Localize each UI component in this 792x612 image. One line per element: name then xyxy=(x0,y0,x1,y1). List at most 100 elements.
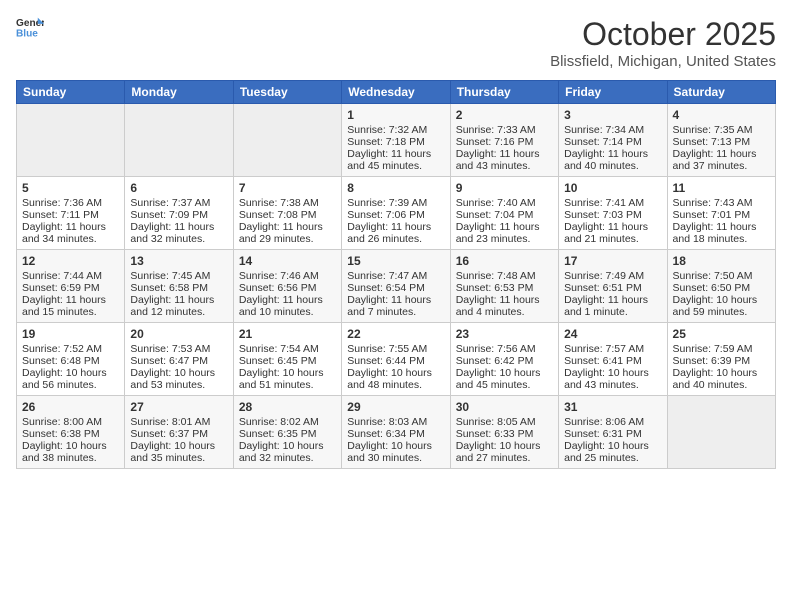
calendar-week-5: 26Sunrise: 8:00 AMSunset: 6:38 PMDayligh… xyxy=(17,396,776,469)
sunset-text: Sunset: 6:44 PM xyxy=(347,355,425,367)
daylight-text: Daylight: 11 hours and 18 minutes. xyxy=(673,221,757,245)
daylight-text: Daylight: 10 hours and 56 minutes. xyxy=(22,367,107,391)
sunrise-text: Sunrise: 8:06 AM xyxy=(564,416,644,428)
title-block: October 2025 Blissfield, Michigan, Unite… xyxy=(550,16,776,70)
calendar-cell: 16 Sunrise: 7:48 AMSunset: 6:53 PMDayligh… xyxy=(450,250,558,323)
sunset-text: Sunset: 6:47 PM xyxy=(130,355,208,367)
sunrise-text: Sunrise: 8:05 AM xyxy=(456,416,536,428)
daylight-text: Daylight: 11 hours and 23 minutes. xyxy=(456,221,540,245)
day-number: 9 xyxy=(456,181,553,195)
calendar-cell: 12Sunrise: 7:44 AMSunset: 6:59 PMDayligh… xyxy=(17,250,125,323)
calendar-cell: 13Sunrise: 7:45 AMSunset: 6:58 PMDayligh… xyxy=(125,250,233,323)
sunrise-text: Sunrise: 7:56 AM xyxy=(456,343,536,355)
day-number: 29 xyxy=(347,400,444,414)
calendar-cell: 22Sunrise: 7:55 AMSunset: 6:44 PMDayligh… xyxy=(342,323,450,396)
month-title: October 2025 xyxy=(550,16,776,53)
calendar-cell: 6Sunrise: 7:37 AMSunset: 7:09 PMDaylight… xyxy=(125,177,233,250)
sunrise-text: Sunrise: 7:49 AM xyxy=(564,270,644,282)
sunset-text: Sunset: 6:53 PM xyxy=(456,282,534,294)
calendar-cell: 31Sunrise: 8:06 AMSunset: 6:31 PMDayligh… xyxy=(559,396,667,469)
sunrise-text: Sunrise: 7:57 AM xyxy=(564,343,644,355)
sunrise-text: Sunrise: 7:44 AM xyxy=(22,270,102,282)
day-number: 11 xyxy=(673,181,770,195)
daylight-text: Daylight: 11 hours and 4 minutes. xyxy=(456,294,540,318)
sunrise-text: Sunrise: 7:34 AM xyxy=(564,124,644,136)
daylight-text: Daylight: 11 hours and 21 minutes. xyxy=(564,221,648,245)
calendar-cell: 4Sunrise: 7:35 AMSunset: 7:13 PMDaylight… xyxy=(667,104,775,177)
calendar-cell xyxy=(667,396,775,469)
day-number: 12 xyxy=(22,254,119,268)
sunset-text: Sunset: 7:09 PM xyxy=(130,209,208,221)
sunrise-text: Sunrise: 7:36 AM xyxy=(22,197,102,209)
weekday-header-monday: Monday xyxy=(125,81,233,104)
sunrise-text: Sunrise: 7:43 AM xyxy=(673,197,753,209)
logo-icon: General Blue xyxy=(16,16,44,38)
sunrise-text: Sunrise: 8:02 AM xyxy=(239,416,319,428)
weekday-header-wednesday: Wednesday xyxy=(342,81,450,104)
daylight-text: Daylight: 10 hours and 32 minutes. xyxy=(239,440,324,464)
daylight-text: Daylight: 11 hours and 7 minutes. xyxy=(347,294,431,318)
day-number: 23 xyxy=(456,327,553,341)
day-number: 24 xyxy=(564,327,661,341)
day-number: 19 xyxy=(22,327,119,341)
sunset-text: Sunset: 6:37 PM xyxy=(130,428,208,440)
daylight-text: Daylight: 11 hours and 1 minute. xyxy=(564,294,648,318)
sunrise-text: Sunrise: 7:38 AM xyxy=(239,197,319,209)
day-number: 16 xyxy=(456,254,553,268)
calendar-cell: 25Sunrise: 7:59 AMSunset: 6:39 PMDayligh… xyxy=(667,323,775,396)
day-number: 8 xyxy=(347,181,444,195)
page-header: General Blue October 2025 Blissfield, Mi… xyxy=(16,16,776,70)
sunset-text: Sunset: 6:45 PM xyxy=(239,355,317,367)
logo: General Blue xyxy=(16,16,44,38)
daylight-text: Daylight: 11 hours and 43 minutes. xyxy=(456,148,540,172)
sunset-text: Sunset: 7:11 PM xyxy=(22,209,99,221)
sunrise-text: Sunrise: 7:54 AM xyxy=(239,343,319,355)
weekday-header-sunday: Sunday xyxy=(17,81,125,104)
sunset-text: Sunset: 7:18 PM xyxy=(347,136,425,148)
day-number: 31 xyxy=(564,400,661,414)
sunset-text: Sunset: 6:42 PM xyxy=(456,355,534,367)
sunset-text: Sunset: 6:34 PM xyxy=(347,428,425,440)
calendar-cell: 24 Sunrise: 7:57 AMSunset: 6:41 PMDayligh… xyxy=(559,323,667,396)
calendar-table: SundayMondayTuesdayWednesdayThursdayFrid… xyxy=(16,80,776,469)
calendar-cell xyxy=(233,104,341,177)
calendar-cell: 18Sunrise: 7:50 AMSunset: 6:50 PMDayligh… xyxy=(667,250,775,323)
daylight-text: Daylight: 11 hours and 10 minutes. xyxy=(239,294,323,318)
sunset-text: Sunset: 6:56 PM xyxy=(239,282,317,294)
daylight-text: Daylight: 11 hours and 26 minutes. xyxy=(347,221,431,245)
day-number: 20 xyxy=(130,327,227,341)
daylight-text: Daylight: 10 hours and 43 minutes. xyxy=(564,367,649,391)
daylight-text: Daylight: 10 hours and 48 minutes. xyxy=(347,367,432,391)
calendar-cell: 30Sunrise: 8:05 AMSunset: 6:33 PMDayligh… xyxy=(450,396,558,469)
day-number: 21 xyxy=(239,327,336,341)
svg-text:Blue: Blue xyxy=(16,28,38,38)
daylight-text: Daylight: 11 hours and 29 minutes. xyxy=(239,221,323,245)
daylight-text: Daylight: 10 hours and 51 minutes. xyxy=(239,367,324,391)
sunrise-text: Sunrise: 7:40 AM xyxy=(456,197,536,209)
sunset-text: Sunset: 6:38 PM xyxy=(22,428,100,440)
sunrise-text: Sunrise: 7:45 AM xyxy=(130,270,210,282)
calendar-cell: 29Sunrise: 8:03 AMSunset: 6:34 PMDayligh… xyxy=(342,396,450,469)
sunset-text: Sunset: 6:31 PM xyxy=(564,428,642,440)
calendar-cell: 26Sunrise: 8:00 AMSunset: 6:38 PMDayligh… xyxy=(17,396,125,469)
sunset-text: Sunset: 6:41 PM xyxy=(564,355,642,367)
calendar-week-1: 1Sunrise: 7:32 AMSunset: 7:18 PMDaylight… xyxy=(17,104,776,177)
calendar-cell: 20Sunrise: 7:53 AMSunset: 6:47 PMDayligh… xyxy=(125,323,233,396)
daylight-text: Daylight: 10 hours and 30 minutes. xyxy=(347,440,432,464)
calendar-cell: 14Sunrise: 7:46 AMSunset: 6:56 PMDayligh… xyxy=(233,250,341,323)
weekday-header-saturday: Saturday xyxy=(667,81,775,104)
daylight-text: Daylight: 10 hours and 53 minutes. xyxy=(130,367,215,391)
calendar-cell: 8Sunrise: 7:39 AMSunset: 7:06 PMDaylight… xyxy=(342,177,450,250)
day-number: 7 xyxy=(239,181,336,195)
daylight-text: Daylight: 11 hours and 15 minutes. xyxy=(22,294,106,318)
calendar-cell: 27Sunrise: 8:01 AMSunset: 6:37 PMDayligh… xyxy=(125,396,233,469)
sunrise-text: Sunrise: 7:48 AM xyxy=(456,270,536,282)
day-number: 3 xyxy=(564,108,661,122)
sunrise-text: Sunrise: 7:46 AM xyxy=(239,270,319,282)
day-number: 28 xyxy=(239,400,336,414)
daylight-text: Daylight: 10 hours and 35 minutes. xyxy=(130,440,215,464)
weekday-header-thursday: Thursday xyxy=(450,81,558,104)
day-number: 13 xyxy=(130,254,227,268)
sunset-text: Sunset: 6:58 PM xyxy=(130,282,208,294)
calendar-week-3: 12Sunrise: 7:44 AMSunset: 6:59 PMDayligh… xyxy=(17,250,776,323)
